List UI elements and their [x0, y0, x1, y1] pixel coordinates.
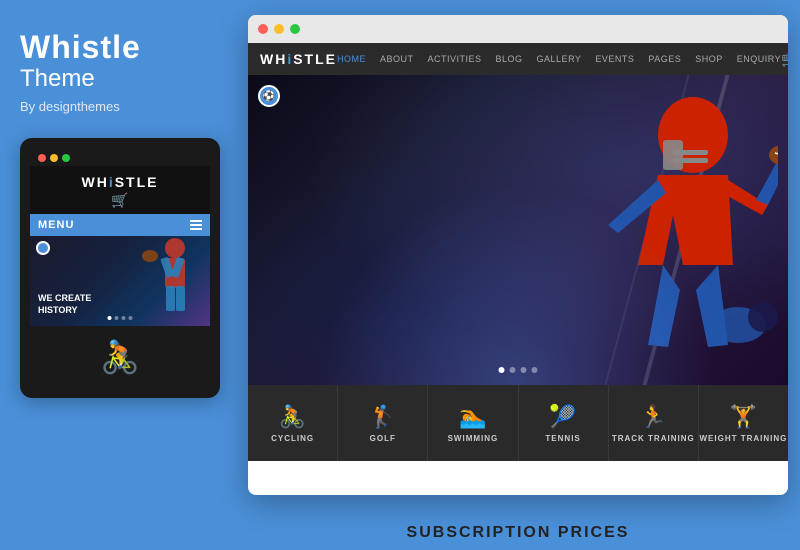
browser-hero: ⚽	[248, 75, 788, 385]
nav-shop[interactable]: SHOP	[695, 54, 723, 64]
mobile-header: WHiSTLE 🛒	[30, 166, 210, 214]
bottom-section: SUBSCRIPTION PRICES	[248, 512, 788, 550]
nav-home[interactable]: HOME	[337, 54, 366, 64]
browser-nav-links[interactable]: HOME ABOUT ACTIVITIES BLOG GALLERY EVENT…	[337, 54, 781, 64]
cycling-label: CYCLING	[271, 434, 314, 443]
sport-swimming[interactable]: 🏊 SWIMMING	[428, 385, 518, 461]
mobile-dots	[30, 148, 210, 166]
golf-label: GOLF	[370, 434, 396, 443]
mobile-menu-bar[interactable]: MENU	[30, 214, 210, 236]
nav-gallery[interactable]: GALLERY	[537, 54, 582, 64]
brand-title: Whistle	[20, 30, 220, 65]
nav-activities[interactable]: ACTIVITIES	[428, 54, 482, 64]
nav-about[interactable]: ABOUT	[380, 54, 414, 64]
hero-line1: WE CREATE	[38, 293, 91, 305]
mobile-cart-icon: 🛒	[111, 192, 128, 209]
mobile-dot-green	[62, 154, 70, 162]
mobile-logo: WHiSTLE	[30, 174, 210, 190]
hero-soccer-badge: ⚽	[258, 85, 280, 107]
tennis-icon: 🎾	[549, 404, 576, 430]
browser-dot-red	[258, 24, 268, 34]
nav-blog[interactable]: BLOG	[496, 54, 523, 64]
mobile-menu-label: MENU	[38, 219, 74, 231]
browser-logo: WHiSTLE	[260, 51, 337, 67]
hero-dot-1	[499, 367, 505, 373]
mobile-hero-text: WE CREATE HISTORY	[38, 293, 91, 316]
sport-weight[interactable]: 🏋 WEIGHT TRAINING	[699, 385, 788, 461]
mobile-soccer-icon	[36, 241, 50, 255]
mobile-dot-yellow	[50, 154, 58, 162]
mobile-player-svg	[90, 236, 210, 326]
brand-subtitle: Theme	[20, 65, 220, 93]
cycling-icon: 🚴	[279, 404, 306, 430]
track-icon: 🏃	[640, 404, 667, 430]
hero-dots	[499, 367, 538, 373]
weight-icon: 🏋	[730, 404, 757, 430]
browser-nav: WHiSTLE HOME ABOUT ACTIVITIES BLOG GALLE…	[248, 43, 788, 75]
hero-dot-4	[129, 316, 133, 320]
swimming-icon: 🏊	[459, 404, 486, 430]
hamburger-icon	[190, 220, 202, 230]
hero-dot-2	[510, 367, 516, 373]
mobile-cycling-section: 🚴	[30, 326, 210, 388]
track-label: TRACK TRAINING	[612, 434, 695, 443]
sports-bar: 🚴 CYCLING 🏌 GOLF 🏊 SWIMMING 🎾 TENNIS 🏃 T…	[248, 385, 788, 461]
hero-dot-3	[521, 367, 527, 373]
mobile-hero-dots	[108, 316, 133, 320]
golf-icon: 🏌	[369, 404, 396, 430]
browser-dot-green	[290, 24, 300, 34]
mobile-mockup: WHiSTLE 🛒 MENU	[20, 138, 220, 398]
sport-cycling[interactable]: 🚴 CYCLING	[248, 385, 338, 461]
hero-dot-1	[108, 316, 112, 320]
mobile-dot-red	[38, 154, 46, 162]
hero-line2: HISTORY	[38, 305, 91, 317]
hero-dot-2	[115, 316, 119, 320]
hero-player-svg	[518, 85, 778, 365]
mobile-logo-accent: i	[109, 174, 115, 190]
browser-topbar	[248, 15, 788, 43]
weight-label: WEIGHT TRAINING	[700, 434, 788, 443]
brand-by: By designthemes	[20, 99, 220, 114]
left-panel: Whistle Theme By designthemes WHiSTLE 🛒 …	[0, 0, 240, 550]
browser-logo-accent: i	[287, 51, 293, 67]
tennis-label: TENNIS	[545, 434, 580, 443]
nav-events[interactable]: EVENTS	[595, 54, 634, 64]
browser-dot-yellow	[274, 24, 284, 34]
browser-cart-icon[interactable]: 🛒 1	[781, 51, 788, 68]
subscription-title: SUBSCRIPTION PRICES	[248, 524, 788, 542]
sport-track[interactable]: 🏃 TRACK TRAINING	[609, 385, 699, 461]
cycling-icon-large: 🚴	[100, 338, 140, 376]
mobile-hero: WE CREATE HISTORY	[30, 236, 210, 326]
sport-golf[interactable]: 🏌 GOLF	[338, 385, 428, 461]
nav-pages[interactable]: PAGES	[648, 54, 681, 64]
hero-dot-3	[122, 316, 126, 320]
browser-mockup: WHiSTLE HOME ABOUT ACTIVITIES BLOG GALLE…	[248, 15, 788, 495]
sport-tennis[interactable]: 🎾 TENNIS	[519, 385, 609, 461]
nav-enquiry[interactable]: ENQUIRY	[737, 54, 781, 64]
swimming-label: SWIMMING	[448, 434, 499, 443]
hero-dot-4	[532, 367, 538, 373]
